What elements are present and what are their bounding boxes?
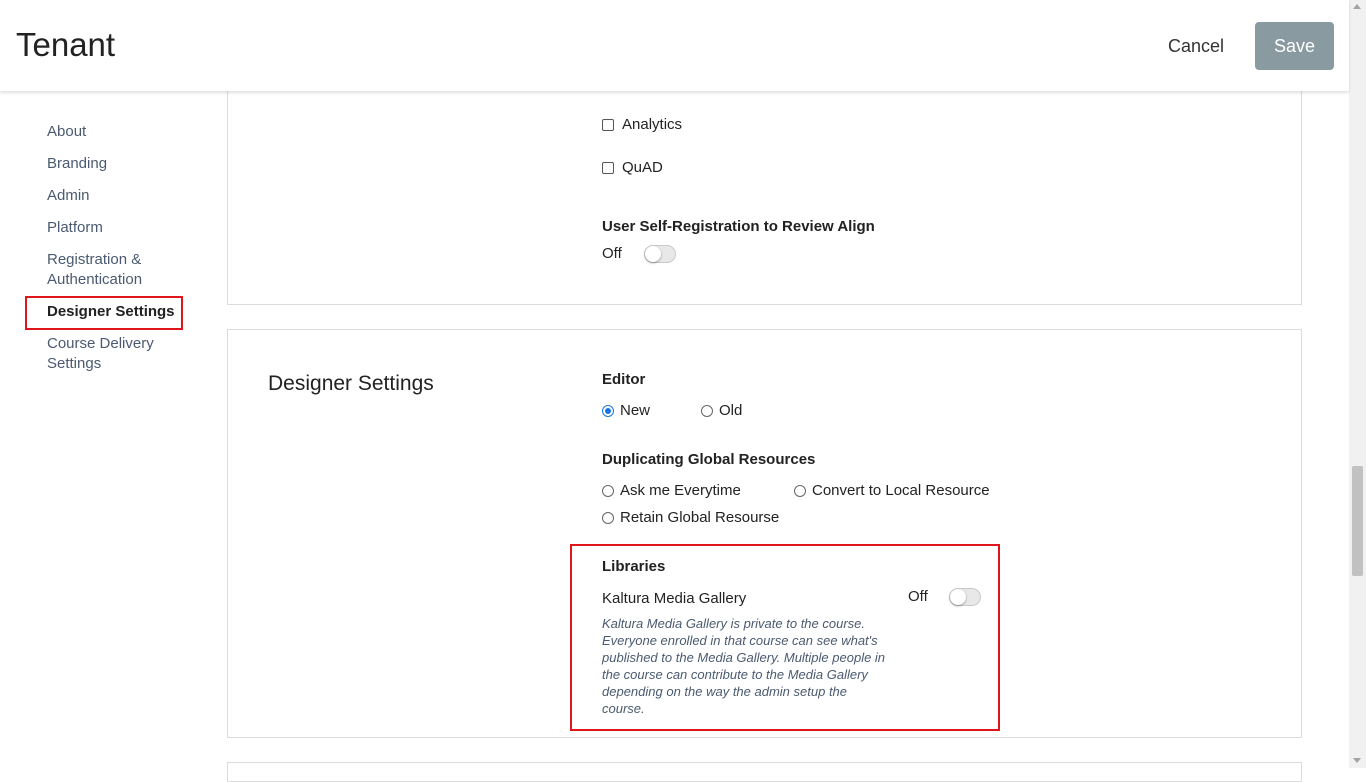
save-button[interactable]: Save (1255, 22, 1334, 70)
nav-item-course-delivery-settings[interactable]: Course Delivery Settings (47, 334, 177, 374)
nav-item-platform[interactable]: Platform (47, 218, 197, 238)
kaltura-label: Kaltura Media Gallery (602, 590, 747, 607)
editor-old-option[interactable]: Old (701, 402, 742, 419)
self-registration-label: User Self-Registration to Review Align (602, 218, 875, 235)
page-title: Tenant (16, 26, 116, 63)
editor-new-label: New (620, 402, 651, 419)
previous-settings-card (227, 80, 1302, 305)
quad-checkbox[interactable] (602, 161, 614, 174)
retain-global-label: Retain Global Resourse (620, 509, 780, 526)
convert-local-radio[interactable] (794, 484, 806, 497)
kaltura-toggle[interactable] (949, 588, 981, 606)
kaltura-description: Kaltura Media Gallery is private to the … (602, 616, 886, 716)
libraries-label: Libraries (602, 558, 666, 575)
analytics-label: Analytics (622, 116, 683, 133)
analytics-checkbox[interactable] (602, 118, 614, 131)
nav-item-designer-settings[interactable]: Designer Settings (47, 302, 197, 322)
nav-item-branding[interactable]: Branding (47, 154, 197, 174)
editor-new-radio[interactable] (602, 404, 614, 417)
analytics-checkbox-row[interactable]: Analytics (602, 116, 682, 133)
scroll-thumb[interactable] (1352, 466, 1363, 576)
scroll-down-icon[interactable] (1353, 758, 1361, 763)
nav-item-admin[interactable]: Admin (47, 186, 197, 206)
convert-local-label: Convert to Local Resource (812, 482, 990, 499)
ask-everytime-option[interactable]: Ask me Everytime (602, 482, 741, 499)
quad-checkbox-row[interactable]: QuAD (602, 159, 663, 176)
nav-item-registration-authentication[interactable]: Registration & Authentication (47, 250, 167, 290)
editor-old-label: Old (719, 402, 743, 419)
editor-old-radio[interactable] (701, 404, 713, 417)
duplicating-label: Duplicating Global Resources (602, 451, 816, 468)
kaltura-state: Off (908, 588, 928, 605)
editor-label: Editor (602, 371, 646, 388)
nav-item-about[interactable]: About (47, 122, 197, 142)
self-registration-toggle[interactable] (644, 245, 676, 263)
designer-settings-heading: Designer Settings (268, 372, 434, 395)
ask-everytime-radio[interactable] (602, 484, 614, 497)
cancel-button[interactable]: Cancel (1160, 34, 1232, 59)
vertical-scrollbar[interactable] (1349, 0, 1366, 768)
convert-local-option[interactable]: Convert to Local Resource (794, 482, 990, 499)
scroll-up-icon[interactable] (1353, 4, 1361, 9)
retain-global-option[interactable]: Retain Global Resourse (602, 509, 779, 526)
top-header: Tenant Cancel Save (0, 0, 1349, 91)
next-settings-card (227, 762, 1302, 782)
ask-everytime-label: Ask me Everytime (620, 482, 741, 499)
retain-global-radio[interactable] (602, 511, 614, 524)
quad-label: QuAD (622, 159, 663, 176)
self-registration-state: Off (602, 245, 622, 262)
editor-new-option[interactable]: New (602, 402, 650, 419)
